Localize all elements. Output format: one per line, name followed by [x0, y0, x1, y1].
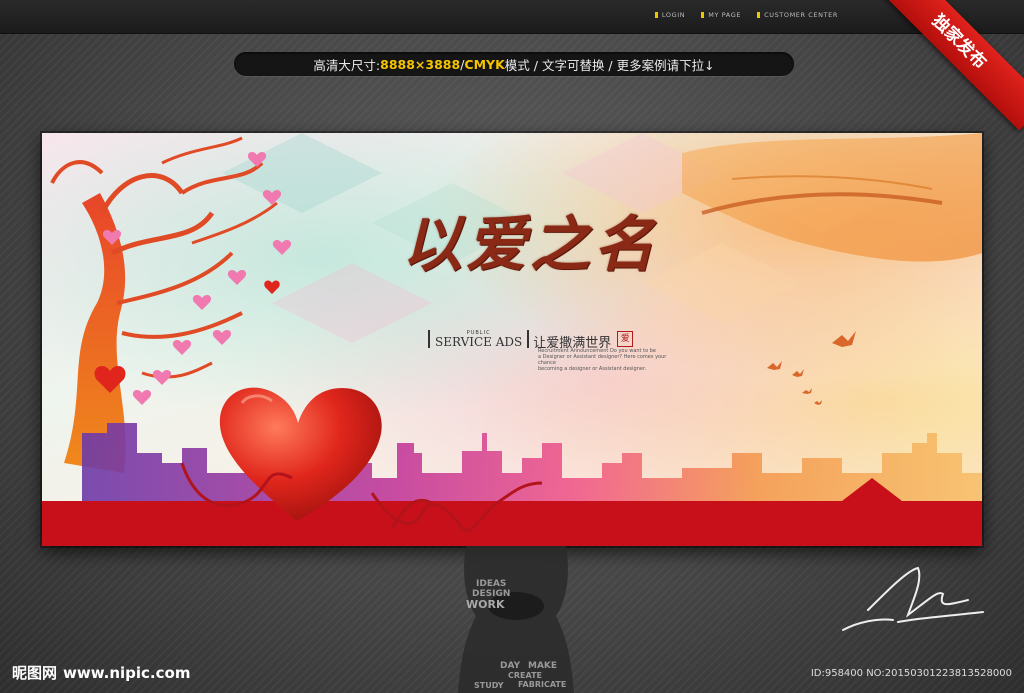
nipic-logo: 昵图网 [12, 664, 58, 682]
nipic-watermark: 昵图网 www.nipic.com [12, 662, 190, 683]
ads-service-label: SERVICE ADS [435, 335, 523, 349]
portrait-word-1: IDEAS [476, 579, 506, 589]
portrait-word-8: STUDY [474, 681, 504, 690]
info-size-value: 8888×3888 [380, 56, 461, 72]
word-portrait: IDEAS DESIGN WORK DAY MAKE CREATE FABRIC… [458, 546, 574, 693]
nav-customer-center-label: CUSTOMER CENTER [764, 11, 838, 19]
flying-birds [767, 331, 856, 405]
bullet-icon [757, 12, 761, 18]
ads-desc-line-3: becoming a designer or Assistant designe… [538, 366, 647, 372]
portrait-word-4: DAY [500, 661, 521, 671]
info-rest: 模式 / 文字可替换 / 更多案例请下拉↓ [504, 57, 715, 73]
info-bar: 高清大尺寸: 8888×3888 / CMYK 模式 / 文字可替换 / 更多案… [234, 52, 794, 76]
nipic-url[interactable]: www.nipic.com [63, 664, 190, 682]
ads-seal: 爱 [617, 331, 634, 347]
portrait-word-3: WORK [466, 598, 505, 611]
portrait-word-6: CREATE [508, 671, 542, 680]
nav-login-label: LOGIN [661, 11, 686, 19]
image-id-line: ID:958400 NO:20150301223813528000 [810, 668, 1012, 679]
portrait-word-7: FABRICATE [518, 680, 566, 689]
top-bar: LOGIN MY PAGE CUSTOMER CENTER [0, 0, 1024, 34]
signature [842, 566, 984, 631]
info-size-label: 高清大尺寸: [313, 57, 381, 73]
red-ground [42, 501, 982, 546]
service-ads-box: PUBLIC SERVICE ADS [428, 330, 530, 349]
poster-title: 以爱之名 [402, 210, 658, 280]
nav-my-page-label: MY PAGE [708, 11, 742, 19]
nav-my-page[interactable]: MY PAGE [701, 11, 741, 19]
top-nav: LOGIN MY PAGE CUSTOMER CENTER [654, 11, 838, 19]
nav-login[interactable]: LOGIN [654, 11, 686, 19]
nav-customer-center[interactable]: CUSTOMER CENTER [757, 11, 838, 19]
info-color-mode: CMYK [464, 56, 505, 72]
ads-desc-line-2: a Designer or Assistant designer? Here c… [538, 354, 667, 366]
ads-description: Recruitment Announcement Do you want to … [538, 348, 668, 372]
orange-cloud [682, 133, 982, 262]
poster-title-block: 以爱之名 [360, 215, 700, 275]
portrait-word-5: MAKE [528, 661, 557, 671]
bullet-icon [701, 12, 705, 18]
bullet-icon [654, 12, 658, 18]
